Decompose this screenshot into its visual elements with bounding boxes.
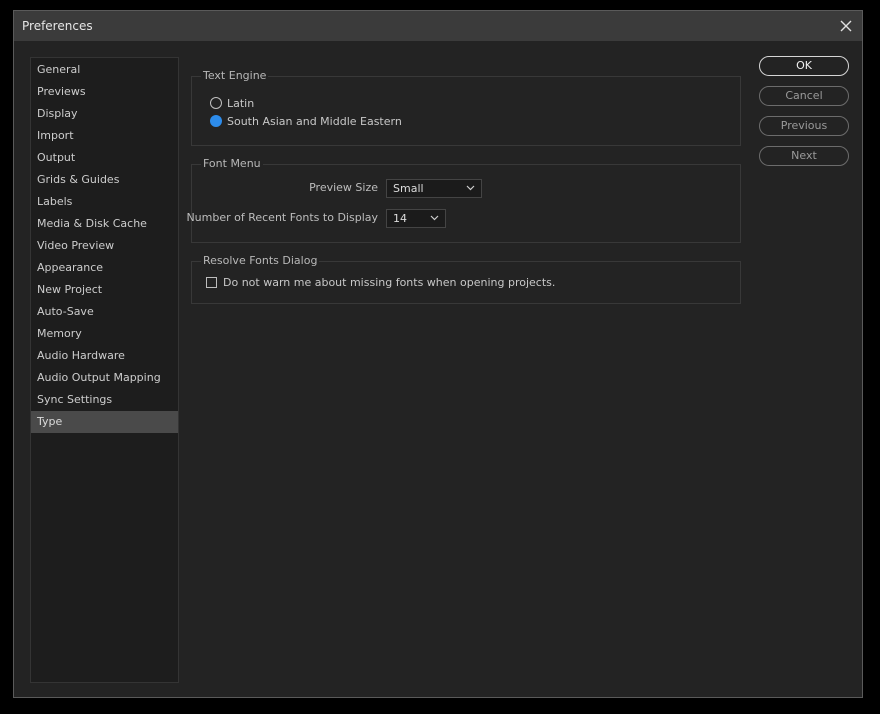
sidebar-item-sync-settings[interactable]: Sync Settings — [31, 389, 178, 411]
close-icon — [840, 20, 852, 32]
sidebar-item-labels[interactable]: Labels — [31, 191, 178, 213]
sidebar: General Previews Display Import Output Grids … — [30, 57, 179, 683]
radio-south-asian-label: South Asian and Middle Eastern — [227, 114, 402, 128]
previous-button[interactable]: Previous — [759, 116, 849, 136]
sidebar-item-video-preview[interactable]: Video Preview — [31, 235, 178, 257]
sidebar-item-grids-guides[interactable]: Grids & Guides — [31, 169, 178, 191]
radio-button[interactable] — [210, 97, 222, 109]
preview-size-label: Preview Size — [309, 181, 378, 194]
recent-fonts-value: 14 — [393, 212, 407, 225]
title-bar: Preferences — [14, 11, 862, 41]
sidebar-item-audio-hardware[interactable]: Audio Hardware — [31, 345, 178, 367]
preview-size-select[interactable]: Small — [386, 179, 482, 198]
missing-fonts-checkbox[interactable] — [206, 277, 217, 288]
sidebar-item-display[interactable]: Display — [31, 103, 178, 125]
sidebar-item-type[interactable]: Type — [31, 411, 178, 433]
resolve-fonts-group: Resolve Fonts Dialog Do not warn me abou… — [191, 254, 741, 304]
missing-fonts-label: Do not warn me about missing fonts when … — [223, 276, 556, 289]
resolve-fonts-title: Resolve Fonts Dialog — [201, 254, 320, 267]
ok-button[interactable]: OK — [759, 56, 849, 76]
chevron-down-icon — [430, 215, 439, 221]
radio-latin[interactable]: Latin — [210, 95, 254, 111]
recent-fonts-select[interactable]: 14 — [386, 209, 446, 228]
sidebar-item-general[interactable]: General — [31, 59, 178, 81]
cancel-button[interactable]: Cancel — [759, 86, 849, 106]
next-button[interactable]: Next — [759, 146, 849, 166]
font-menu-title: Font Menu — [201, 157, 263, 170]
font-menu-group: Font Menu Preview Size Small Number of R… — [186, 157, 741, 243]
sidebar-item-output[interactable]: Output — [31, 147, 178, 169]
radio-button[interactable] — [210, 115, 222, 127]
sidebar-item-audio-output-mapping[interactable]: Audio Output Mapping — [31, 367, 178, 389]
sidebar-list: General Previews Display Import Output Grids … — [31, 58, 178, 433]
sidebar-item-appearance[interactable]: Appearance — [31, 257, 178, 279]
sidebar-item-media-disk-cache[interactable]: Media & Disk Cache — [31, 213, 178, 235]
radio-south-asian[interactable]: South Asian and Middle Eastern — [210, 113, 402, 129]
preview-size-value: Small — [393, 182, 424, 195]
sidebar-item-previews[interactable]: Previews — [31, 81, 178, 103]
chevron-down-icon — [466, 185, 475, 191]
missing-fonts-option[interactable]: Do not warn me about missing fonts when … — [206, 276, 555, 289]
sidebar-item-memory[interactable]: Memory — [31, 323, 178, 345]
sidebar-item-import[interactable]: Import — [31, 125, 178, 147]
text-engine-title: Text Engine — [201, 69, 269, 82]
sidebar-item-auto-save[interactable]: Auto-Save — [31, 301, 178, 323]
recent-fonts-label: Number of Recent Fonts to Display — [186, 211, 378, 224]
radio-latin-label: Latin — [227, 96, 255, 110]
window-title: Preferences — [22, 19, 93, 33]
preferences-window: Preferences General Previews Display Import… — [13, 10, 863, 698]
close-button[interactable] — [836, 16, 856, 36]
text-engine-group: Text Engine Latin South Asian and Middle… — [191, 69, 741, 146]
sidebar-item-new-project[interactable]: New Project — [31, 279, 178, 301]
